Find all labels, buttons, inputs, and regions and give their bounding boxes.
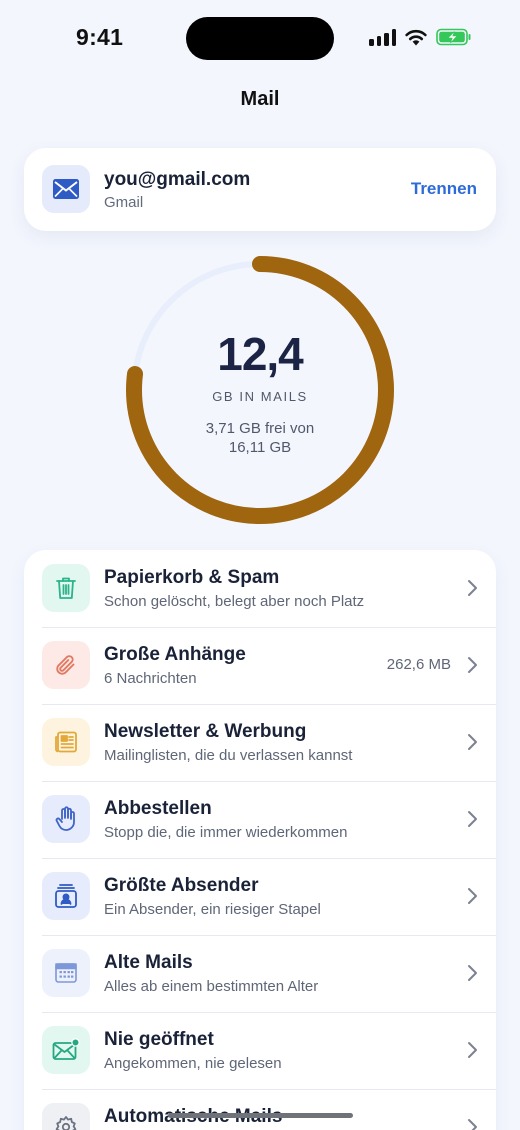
row-subtitle: Alles ab einem bestimmten Alter bbox=[104, 978, 319, 995]
row-icon-container bbox=[42, 641, 90, 689]
row-icon-container bbox=[42, 564, 90, 612]
row-icon-container bbox=[42, 718, 90, 766]
trash-icon bbox=[56, 577, 76, 599]
account-icon-container bbox=[42, 165, 90, 213]
battery-charging-icon bbox=[436, 28, 471, 46]
chevron-right-icon bbox=[468, 1042, 477, 1058]
unread-mail-icon bbox=[52, 1038, 80, 1060]
row-subtitle: Angekommen, nie gelesen bbox=[104, 1055, 282, 1072]
row-subtitle: 6 Nachrichten bbox=[104, 670, 197, 687]
account-email: you@gmail.com bbox=[104, 169, 251, 190]
list-item-unsubscribe[interactable]: Abbestellen Stopp die, die immer wiederk… bbox=[24, 781, 496, 858]
gear-icon bbox=[55, 1116, 77, 1130]
envelope-icon bbox=[53, 179, 79, 199]
list-item-newsletters[interactable]: Newsletter & Werbung Mailinglisten, die … bbox=[24, 704, 496, 781]
account-provider: Gmail bbox=[104, 194, 144, 211]
row-title: Größte Absender bbox=[104, 875, 259, 896]
row-title: Abbestellen bbox=[104, 798, 212, 819]
row-icon-container bbox=[42, 949, 90, 997]
list-item-large-attachments[interactable]: Große Anhänge 6 Nachrichten 262,6 MB bbox=[24, 627, 496, 704]
row-title: Alte Mails bbox=[104, 952, 193, 973]
storage-total-line: 16,11 GB bbox=[228, 439, 292, 456]
row-subtitle: Schon gelöscht, belegt aber noch Platz bbox=[104, 593, 365, 610]
list-item-never-opened[interactable]: Nie geöffnet Angekommen, nie gelesen bbox=[24, 1012, 496, 1089]
cleanup-category-list: Papierkorb & Spam Schon gelöscht, belegt… bbox=[24, 550, 496, 1130]
row-subtitle: Ein Absender, ein riesiger Stapel bbox=[104, 901, 321, 918]
newspaper-icon bbox=[55, 731, 77, 753]
storage-gauge: 12,4 GB IN MAILS 3,71 GB frei von 16,11 … bbox=[125, 255, 395, 525]
chevron-right-icon bbox=[468, 888, 477, 904]
storage-unit-label: GB IN MAILS bbox=[212, 389, 308, 404]
chevron-right-icon bbox=[468, 1119, 477, 1130]
status-icons bbox=[369, 28, 472, 46]
home-indicator bbox=[168, 1113, 353, 1118]
status-bar: 9:41 bbox=[0, 0, 520, 80]
list-item-trash-spam[interactable]: Papierkorb & Spam Schon gelöscht, belegt… bbox=[24, 550, 496, 627]
wifi-icon bbox=[405, 29, 427, 46]
list-item-old-mails[interactable]: Alte Mails Alles ab einem bestimmten Alt… bbox=[24, 935, 496, 1012]
row-title: Große Anhänge bbox=[104, 644, 246, 665]
chevron-right-icon bbox=[468, 811, 477, 827]
row-icon-container bbox=[42, 1103, 90, 1130]
chevron-right-icon bbox=[468, 734, 477, 750]
row-subtitle: Stopp die, die immer wiederkommen bbox=[104, 824, 348, 841]
calendar-icon bbox=[55, 963, 77, 983]
chevron-right-icon bbox=[468, 580, 477, 596]
row-value: 262,6 MB bbox=[386, 656, 451, 673]
cellular-signal-icon bbox=[369, 28, 396, 46]
hand-icon bbox=[55, 806, 75, 831]
contact-card-icon bbox=[55, 884, 77, 908]
row-title: Papierkorb & Spam bbox=[104, 567, 280, 588]
account-card: you@gmail.com Gmail Trennen bbox=[24, 148, 496, 231]
page-title: Mail bbox=[240, 88, 280, 110]
chevron-right-icon bbox=[468, 657, 477, 673]
dynamic-island bbox=[186, 17, 334, 60]
list-item-automatic-mails[interactable]: Automatische Mails bbox=[24, 1089, 496, 1130]
row-icon-container bbox=[42, 1026, 90, 1074]
list-item-top-senders[interactable]: Größte Absender Ein Absender, ein riesig… bbox=[24, 858, 496, 935]
row-title: Newsletter & Werbung bbox=[104, 721, 307, 742]
storage-used-value: 12,4 bbox=[217, 328, 304, 380]
storage-free-line: 3,71 GB frei von bbox=[205, 420, 315, 437]
chevron-right-icon bbox=[468, 965, 477, 981]
disconnect-button[interactable]: Trennen bbox=[411, 179, 477, 199]
row-title: Nie geöffnet bbox=[104, 1029, 214, 1050]
status-time: 9:41 bbox=[76, 24, 124, 50]
row-icon-container bbox=[42, 872, 90, 920]
storage-free-text: 3,71 GB frei von 16,11 GB bbox=[185, 419, 335, 457]
row-subtitle: Mailinglisten, die du verlassen kannst bbox=[104, 747, 353, 764]
paperclip-icon bbox=[56, 655, 75, 675]
row-icon-container bbox=[42, 795, 90, 843]
